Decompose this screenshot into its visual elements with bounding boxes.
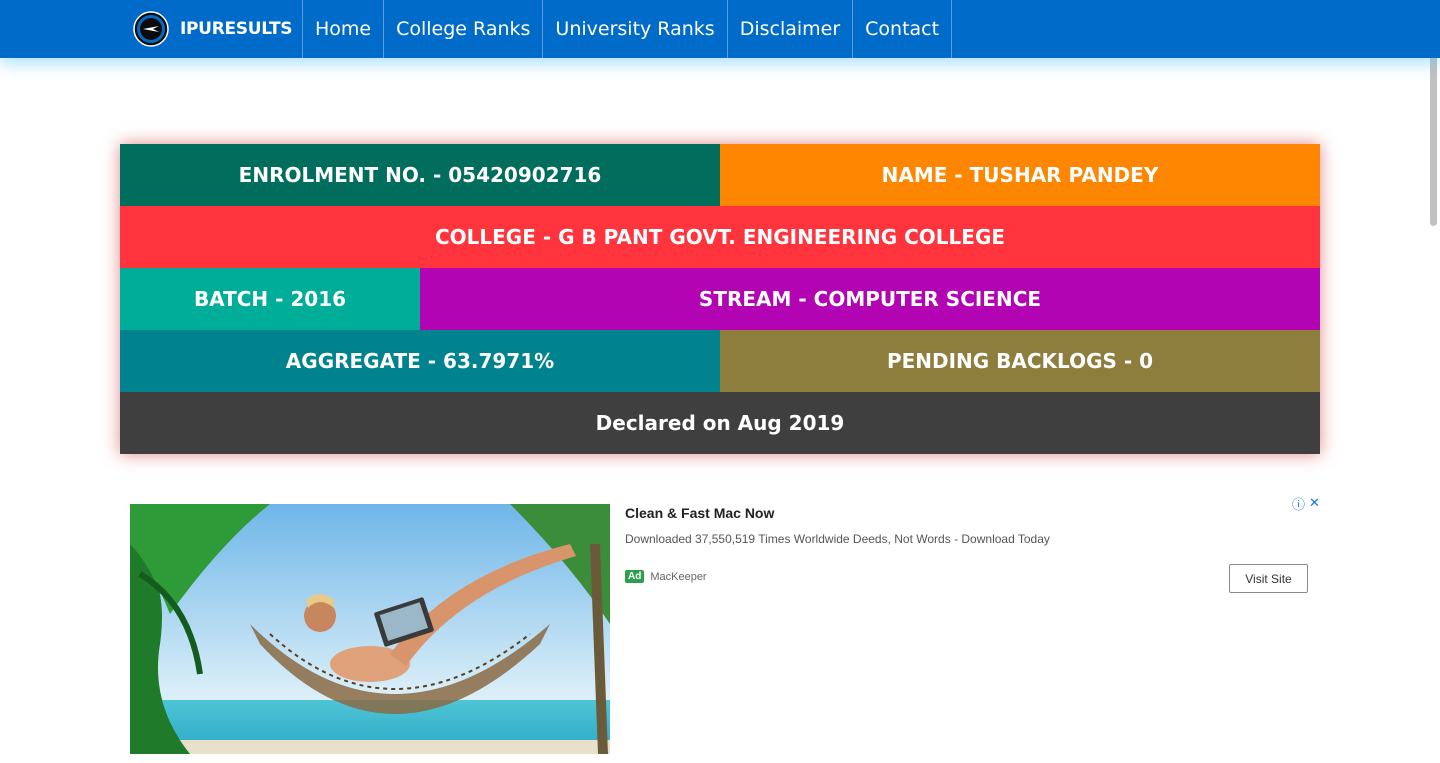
scrollbar-thumb[interactable] [1430, 46, 1437, 226]
ad-badge: Ad [625, 570, 645, 583]
brand-name: IPURESULTS [180, 19, 293, 39]
result-row-program: BATCH - 2016 STREAM - COMPUTER SCIENCE [120, 268, 1320, 330]
visit-site-button[interactable]: Visit Site [1229, 564, 1308, 593]
nav-item-college-ranks[interactable]: College Ranks [383, 0, 542, 58]
name-cell: NAME - TUSHAR PANDEY [720, 144, 1320, 206]
ad-image[interactable] [130, 504, 610, 754]
ad-hammock-illustration [130, 504, 610, 754]
enrolment-cell: ENROLMENT NO. - 05420902716 [120, 144, 720, 206]
backlogs-cell: PENDING BACKLOGS - 0 [720, 330, 1320, 392]
info-icon[interactable]: ⓘ [1292, 494, 1305, 513]
ad-controls: ⓘ ✕ [1288, 494, 1320, 513]
result-row-identity: ENROLMENT NO. - 05420902716 NAME - TUSHA… [120, 144, 1320, 206]
declared-cell: Declared on Aug 2019 [120, 392, 1320, 454]
brand-link[interactable]: IPURESULTS [132, 10, 293, 48]
advertisement[interactable]: Clean & Fast Mac Now Downloaded 37,550,5… [130, 492, 1320, 755]
nav-item-contact[interactable]: Contact [852, 0, 953, 58]
close-icon[interactable]: ✕ [1309, 496, 1320, 511]
result-row-declared: Declared on Aug 2019 [120, 392, 1320, 454]
ad-title[interactable]: Clean & Fast Mac Now [625, 505, 774, 521]
result-row-college: COLLEGE - G B PANT GOVT. ENGINEERING COL… [120, 206, 1320, 268]
result-card: ENROLMENT NO. - 05420902716 NAME - TUSHA… [120, 144, 1320, 454]
main-nav: Home College Ranks University Ranks Disc… [302, 0, 953, 58]
aggregate-cell: AGGREGATE - 63.7971% [120, 330, 720, 392]
navbar: IPURESULTS Home College Ranks University… [0, 0, 1440, 58]
result-row-scores: AGGREGATE - 63.7971% PENDING BACKLOGS - … [120, 330, 1320, 392]
brand-logo-icon [133, 11, 169, 47]
ad-advertiser: MacKeeper [650, 570, 707, 583]
stream-cell: STREAM - COMPUTER SCIENCE [420, 268, 1320, 330]
nav-item-disclaimer[interactable]: Disclaimer [726, 0, 852, 58]
ad-description: Downloaded 37,550,519 Times Worldwide De… [625, 532, 1050, 546]
nav-item-home[interactable]: Home [302, 0, 383, 58]
ad-source: Ad MacKeeper [625, 570, 707, 583]
nav-item-university-ranks[interactable]: University Ranks [542, 0, 726, 58]
college-cell: COLLEGE - G B PANT GOVT. ENGINEERING COL… [120, 206, 1320, 268]
batch-cell: BATCH - 2016 [120, 268, 420, 330]
